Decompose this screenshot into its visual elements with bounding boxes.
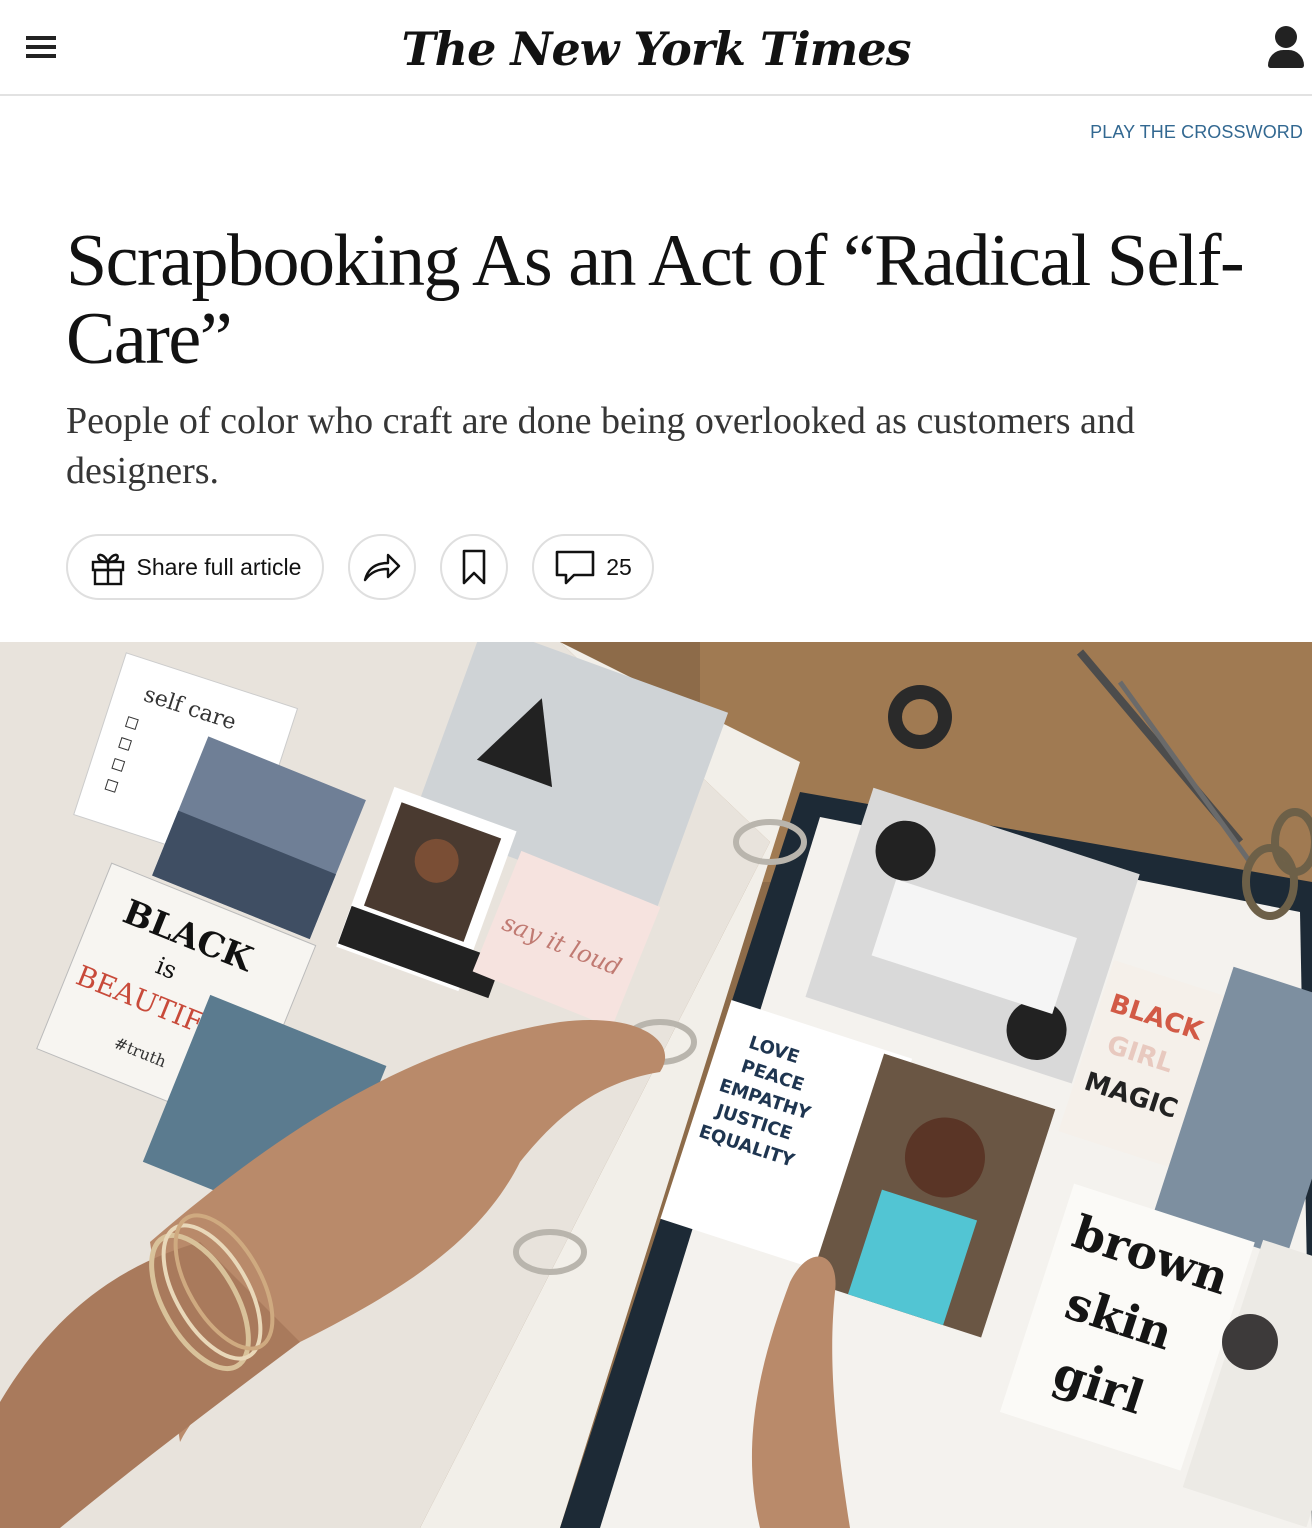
- share-full-article-button[interactable]: Share full article: [66, 534, 324, 600]
- masthead: The New York Times: [0, 0, 1312, 96]
- comments-button[interactable]: 25: [532, 534, 654, 600]
- nyt-logo[interactable]: The New York Times: [0, 22, 1312, 76]
- share-full-article-label: Share full article: [136, 553, 302, 580]
- comments-count: 25: [606, 553, 632, 580]
- comment-bubble-icon: [554, 549, 596, 585]
- bookmark-icon: [461, 549, 487, 585]
- play-crossword-link[interactable]: PLAY THE CROSSWORD: [1090, 122, 1303, 143]
- gift-icon: [89, 548, 127, 586]
- lead-photo-scrapbook: self care BLACK is BEAUTIFUL #truth say …: [0, 642, 1312, 1528]
- share-button[interactable]: [348, 534, 416, 600]
- user-account-icon[interactable]: [1266, 26, 1306, 70]
- article-headline: Scrapbooking As an Act of “Radical Self-…: [66, 220, 1245, 380]
- save-bookmark-button[interactable]: [440, 534, 508, 600]
- article-summary: People of color who craft are done being…: [66, 400, 1135, 492]
- share-arrow-icon: [362, 550, 402, 584]
